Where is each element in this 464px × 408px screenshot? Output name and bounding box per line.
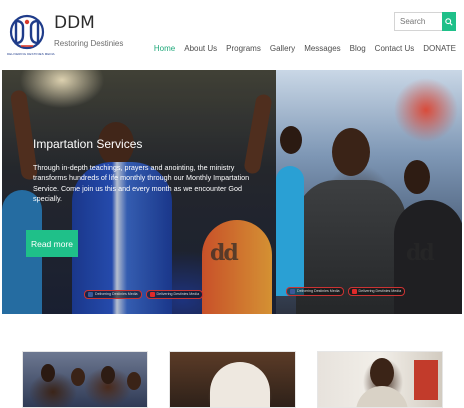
person-head <box>71 368 85 386</box>
facebook-chip: Delivering Destinies Media <box>84 289 142 299</box>
bystander-head <box>404 160 430 194</box>
search-icon <box>445 17 453 26</box>
search-input[interactable] <box>395 13 443 30</box>
hero-photo-prayer <box>276 70 462 314</box>
main-nav: Home About Us Programs Gallery Messages … <box>145 44 456 53</box>
site-tagline: Restoring Destinies <box>54 39 124 48</box>
watermark-logo-right: dd <box>406 240 435 266</box>
nav-item-messages[interactable]: Messages <box>304 44 340 53</box>
facebook-label: Delivering Destinies Media <box>297 289 340 293</box>
gallery-card-crowd[interactable] <box>22 351 148 408</box>
facebook-icon <box>290 288 295 294</box>
youtube-chip: Delivering Destinies Media <box>347 286 406 296</box>
gallery-card-preacher[interactable] <box>317 351 443 408</box>
bystander-shirt-blue <box>276 166 304 296</box>
facebook-icon <box>88 291 93 297</box>
gallery-card-ministration[interactable] <box>169 351 296 408</box>
watermark-social-left: Delivering Destinies Media Delivering De… <box>84 289 204 299</box>
person-head <box>370 358 394 388</box>
person-head <box>127 372 141 390</box>
person-head <box>101 366 115 384</box>
logo-caption: DELIVERING DESTINIES MEDIA <box>7 52 55 56</box>
youtube-chip: Delivering Destinies Media <box>145 289 204 299</box>
nav-item-gallery[interactable]: Gallery <box>270 44 295 53</box>
person-head <box>41 364 55 382</box>
hero-description: Through in-depth teachings, prayers and … <box>33 163 250 204</box>
youtube-icon <box>149 291 155 297</box>
site-title[interactable]: DDM <box>54 13 95 33</box>
nav-item-programs[interactable]: Programs <box>226 44 261 53</box>
nav-item-blog[interactable]: Blog <box>350 44 366 53</box>
read-more-button[interactable]: Read more <box>26 230 78 257</box>
person-shirt <box>210 362 270 407</box>
nav-item-about-us[interactable]: About Us <box>184 44 217 53</box>
facebook-label: Delivering Destinies Media <box>95 292 138 296</box>
youtube-label: Delivering Destinies Media <box>358 289 402 293</box>
youtube-label: Delivering Destinies Media <box>156 292 200 296</box>
watermark-logo-left: dd <box>210 240 239 266</box>
hero-slider: Impartation Services Through in-depth te… <box>2 70 462 314</box>
watermark-social-right: Delivering Destinies Media Delivering De… <box>286 286 406 296</box>
ddm-logo-icon[interactable] <box>9 13 45 51</box>
bystander-head <box>280 126 302 154</box>
person-shirt <box>356 386 408 407</box>
nav-item-home[interactable]: Home <box>154 44 175 53</box>
facebook-chip: Delivering Destinies Media <box>286 286 344 296</box>
person-head <box>332 128 370 176</box>
banner-graphic <box>414 360 438 400</box>
site-header: DELIVERING DESTINIES MEDIA DDM Restoring… <box>0 0 464 70</box>
nav-item-donate[interactable]: DONATE <box>423 44 456 53</box>
nav-item-contact-us[interactable]: Contact Us <box>375 44 415 53</box>
search-button[interactable] <box>442 12 456 31</box>
youtube-icon <box>351 288 357 294</box>
hero-title: Impartation Services <box>33 137 143 151</box>
search-box <box>394 12 456 31</box>
